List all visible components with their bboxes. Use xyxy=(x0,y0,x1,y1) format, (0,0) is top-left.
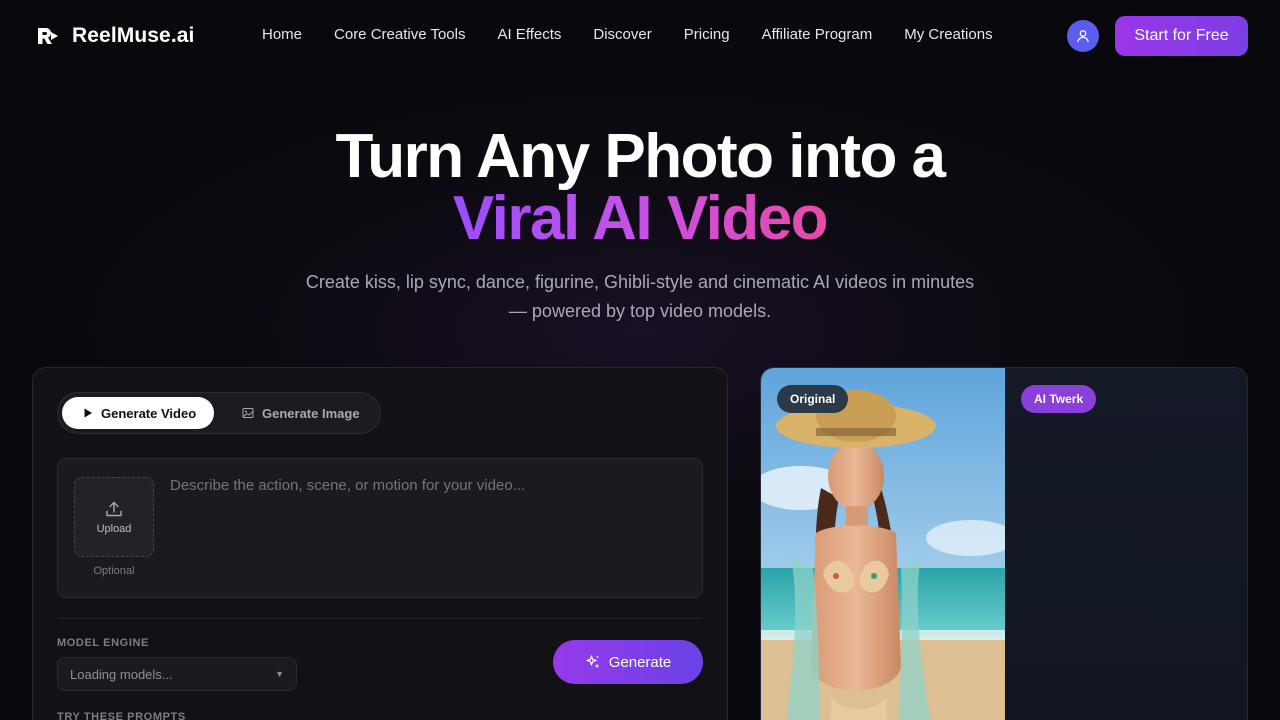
model-engine-select[interactable]: Loading models... ▼ xyxy=(57,657,297,691)
generator-panel: Generate Video Generate Image Upload Opt… xyxy=(32,367,728,720)
tab-generate-video[interactable]: Generate Video xyxy=(62,397,214,429)
user-icon xyxy=(1077,30,1089,43)
upload-label: Upload xyxy=(96,523,132,535)
divider xyxy=(57,618,703,619)
upload-button[interactable]: Upload xyxy=(74,477,154,557)
model-engine-value: Loading models... xyxy=(70,666,173,682)
site-header: ReelMuse.ai Home Core Creative Tools AI … xyxy=(0,0,1280,72)
ai-effect-badge: AI Twerk xyxy=(1021,385,1097,413)
nav-my-creations[interactable]: My Creations xyxy=(904,26,992,43)
user-avatar-button[interactable] xyxy=(1067,20,1099,52)
prompt-input[interactable] xyxy=(170,477,680,577)
start-for-free-button[interactable]: Start for Free xyxy=(1115,16,1248,56)
generate-label: Generate xyxy=(608,653,672,671)
hero-title: Turn Any Photo into a Viral AI Video xyxy=(0,126,1280,250)
upload-icon xyxy=(106,501,122,517)
nav-ai-effects[interactable]: AI Effects xyxy=(497,26,561,43)
tab-generate-image[interactable]: Generate Image xyxy=(242,397,372,429)
mode-switch: Generate Video Generate Image xyxy=(57,392,381,434)
nav-pricing[interactable]: Pricing xyxy=(684,26,730,43)
tab-generate-video-label: Generate Video xyxy=(101,405,197,421)
try-prompts-label: TRY THESE PROMPTS xyxy=(57,711,186,720)
generate-button[interactable]: Generate xyxy=(553,640,703,684)
sparkles-icon xyxy=(586,655,600,669)
prompt-box: Upload Optional xyxy=(57,458,703,598)
hero-title-line1: Turn Any Photo into a xyxy=(335,122,946,191)
image-icon xyxy=(242,408,254,418)
model-engine-label: MODEL ENGINE xyxy=(57,637,149,649)
nav-affiliate-program[interactable]: Affiliate Program xyxy=(762,26,873,43)
main-nav: Home Core Creative Tools AI Effects Disc… xyxy=(262,26,993,43)
hero-subtitle: Create kiss, lip sync, dance, figurine, … xyxy=(305,272,975,321)
reelmuse-logo-icon xyxy=(38,27,58,44)
tab-generate-image-label: Generate Image xyxy=(262,405,360,421)
brand-name: ReelMuse.ai xyxy=(72,24,195,47)
hero-title-line2: Viral AI Video xyxy=(452,184,829,253)
original-photo xyxy=(761,368,1005,720)
nav-core-creative-tools[interactable]: Core Creative Tools xyxy=(334,26,465,43)
upload-optional-hint: Optional xyxy=(93,565,135,577)
original-badge: Original xyxy=(777,385,849,413)
nav-discover[interactable]: Discover xyxy=(593,26,651,43)
play-icon xyxy=(84,408,92,418)
brand-logo[interactable]: ReelMuse.ai xyxy=(36,24,195,48)
chevron-down-icon: ▼ xyxy=(275,669,284,679)
nav-home[interactable]: Home xyxy=(262,26,302,43)
preview-panel: Original AI Twerk xyxy=(760,367,1248,720)
